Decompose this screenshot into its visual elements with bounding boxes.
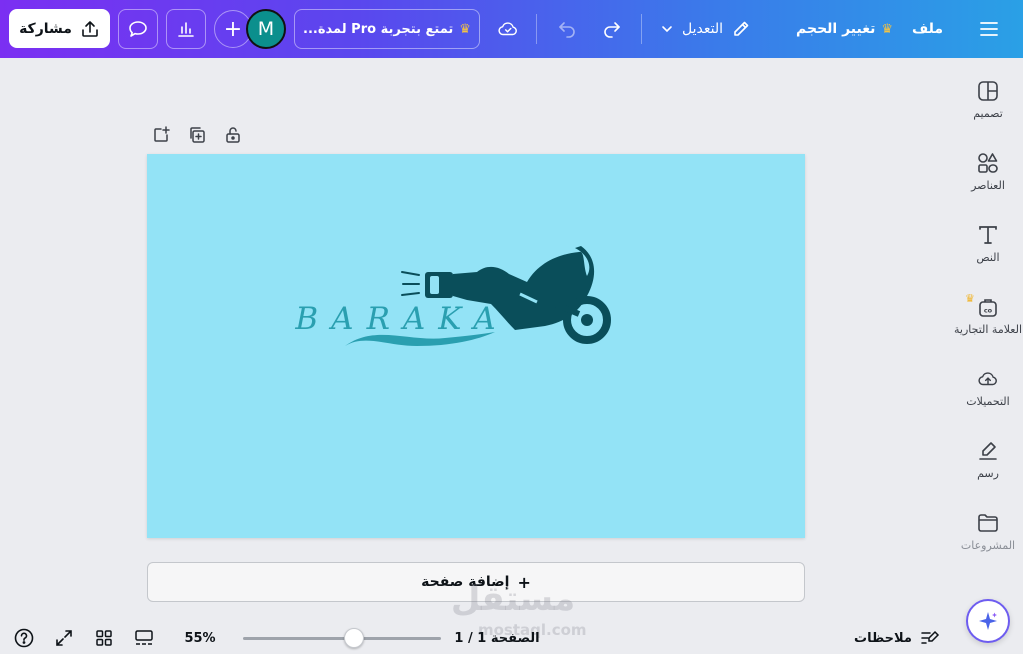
sidebar-item-brand[interactable]: ♛ co العلامة التجارية (953, 292, 1023, 336)
page-indicator[interactable]: الصفحة 1 / 1 (452, 628, 542, 648)
divider (641, 14, 642, 44)
add-page-icon (154, 126, 170, 142)
design-canvas[interactable]: BARAKA (147, 154, 805, 538)
svg-text:co: co (984, 307, 993, 315)
crown-icon: ♛ (965, 292, 975, 305)
sidebar-item-label: رسم (977, 467, 999, 480)
watermark-logo: مستقل (450, 579, 576, 619)
magic-assistant-button[interactable] (966, 599, 1010, 643)
expand-icon (56, 630, 72, 646)
folder-icon (978, 514, 998, 532)
resize-button[interactable]: ♛ تغيير الحجم (796, 14, 893, 44)
chevron-down-icon (662, 26, 672, 33)
unlock-icon (226, 127, 240, 143)
pencil-icon (734, 21, 749, 36)
redo-icon (604, 22, 620, 38)
sidebar-item-label: تصميم (973, 107, 1003, 120)
cloud-upload-icon (978, 372, 997, 386)
plus-icon: + (223, 16, 243, 42)
undo-icon (559, 22, 575, 38)
sidebar-item-label: التحميلات (966, 395, 1010, 408)
grid-view-button[interactable] (93, 627, 115, 649)
sidebar-item-uploads[interactable]: التحميلات (953, 368, 1023, 408)
edit-mode-label: التعديل (682, 21, 723, 37)
layout-icon (978, 81, 998, 101)
pro-trial-button[interactable]: ♛ تمتع بتجربة Pro لمدة... (294, 9, 480, 49)
crown-icon: ♛ (881, 21, 894, 37)
sidebar-item-elements[interactable]: العناصر (953, 152, 1023, 192)
undo-button[interactable] (553, 15, 581, 43)
notes-button[interactable]: ملاحظات (852, 627, 942, 649)
sidebar-item-label: العلامة التجارية (953, 323, 1022, 336)
sidebar-item-projects[interactable]: المشروعات (953, 512, 1023, 552)
edit-mode-dropdown[interactable]: التعديل (660, 14, 751, 44)
pro-trial-label: تمتع بتجربة Pro لمدة... (303, 21, 454, 37)
comments-button[interactable] (118, 9, 158, 49)
duplicate-icon (190, 127, 205, 143)
side-panel: تصميم العناصر النص ♛ co العلامة التجارية… (953, 58, 1023, 654)
sidebar-item-text[interactable]: النص (953, 224, 1023, 264)
file-menu-button[interactable]: ملف (912, 14, 943, 44)
shapes-icon (978, 153, 998, 173)
sparkle-icon (979, 612, 997, 630)
upload-icon (82, 20, 98, 37)
speed-lines (401, 271, 420, 296)
brand-kit-icon: co (979, 299, 997, 317)
pages-icon (135, 630, 153, 645)
sidebar-item-label: العناصر (971, 179, 1005, 192)
avatar-letter: M (257, 18, 275, 40)
draw-icon (979, 442, 997, 460)
pages-view-button[interactable] (132, 627, 156, 649)
redo-button[interactable] (598, 15, 626, 43)
fullscreen-button[interactable] (53, 627, 75, 649)
baraka-logo[interactable]: BARAKA (147, 154, 805, 538)
main-menu-button[interactable] (975, 15, 1003, 43)
help-icon (14, 628, 34, 648)
resize-label: تغيير الحجم (796, 21, 876, 37)
insights-button[interactable] (166, 9, 206, 49)
avatar[interactable]: M (246, 9, 286, 49)
share-label: مشاركة (19, 20, 72, 37)
add-page-above-button[interactable] (150, 124, 172, 146)
text-icon (979, 226, 997, 244)
zoom-slider-track[interactable] (243, 637, 441, 640)
sidebar-item-design[interactable]: تصميم (953, 80, 1023, 120)
headlight-lens (430, 276, 439, 294)
grid-icon (96, 630, 112, 646)
divider (536, 14, 537, 44)
hamburger-icon (980, 22, 998, 36)
logo-wordmark: BARAKA (294, 301, 508, 337)
comment-icon (129, 21, 147, 37)
sidebar-item-label: النص (976, 251, 1000, 264)
zoom-slider-thumb[interactable] (344, 628, 364, 648)
help-button[interactable] (13, 627, 35, 649)
top-toolbar: مشاركة + M ♛ تمتع بتجربة Pro لمدة... الت… (0, 0, 1023, 58)
zoom-level[interactable]: 55% (180, 628, 220, 648)
file-label: ملف (912, 21, 944, 37)
duplicate-page-button[interactable] (186, 124, 208, 146)
bar-chart-icon (178, 22, 194, 37)
bike-hub (581, 314, 593, 326)
share-button[interactable]: مشاركة (9, 9, 110, 48)
sidebar-item-draw[interactable]: رسم (953, 440, 1023, 480)
notes-label: ملاحظات (854, 630, 912, 646)
lock-page-button[interactable] (222, 124, 244, 146)
cloud-check-icon (498, 22, 517, 36)
crown-icon: ♛ (459, 21, 471, 37)
notes-icon (921, 630, 940, 644)
save-status[interactable] (494, 15, 522, 43)
sidebar-item-label: المشروعات (960, 539, 1016, 552)
